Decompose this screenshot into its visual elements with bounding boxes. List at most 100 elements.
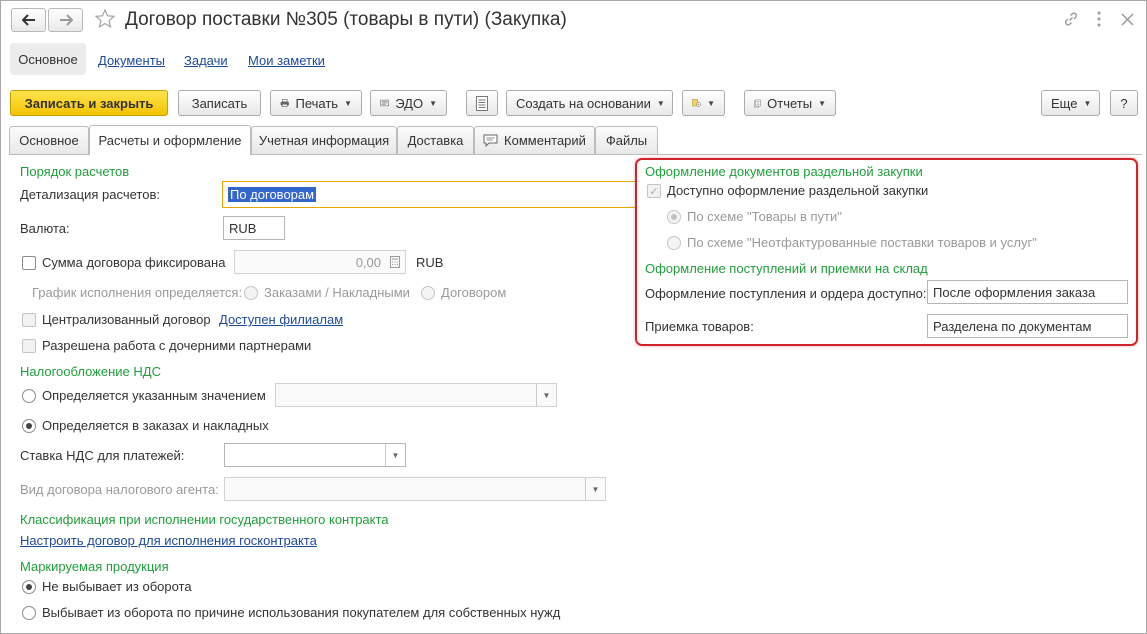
- schedule-contract-radio[interactable]: [421, 286, 435, 300]
- fixed-sum-value: 0,00: [355, 254, 381, 270]
- print-label: Печать: [295, 95, 339, 111]
- arrow-left-icon: [21, 14, 35, 26]
- currency-label: Валюта:: [20, 221, 70, 236]
- chain-link-icon: [1065, 12, 1077, 26]
- schedule-contract-label: Договором: [441, 285, 507, 300]
- chevron-down-icon: ▼: [818, 98, 826, 108]
- scheme-goods-transit-radio[interactable]: [667, 210, 681, 224]
- more-label: Еще: [1051, 95, 1078, 111]
- forward-button[interactable]: [48, 8, 83, 32]
- list-icon: [476, 95, 488, 111]
- form-window: Договор поставки №305 (товары в пути) (З…: [0, 0, 1147, 634]
- attach-button[interactable]: ▼: [682, 90, 725, 116]
- detail-label: Детализация расчетов:: [20, 187, 160, 202]
- chevron-down-icon[interactable]: ▼: [385, 444, 405, 466]
- section-receipt-title: Оформление поступлений и приемки на скла…: [645, 261, 928, 276]
- receipt-field[interactable]: После оформления заказа: [927, 280, 1128, 304]
- tab-accounting[interactable]: Учетная информация: [251, 126, 397, 154]
- fixed-sum-field[interactable]: 0,00: [234, 250, 406, 274]
- chevron-down-icon[interactable]: ▼: [585, 478, 605, 500]
- subsidiaries-checkbox[interactable]: [22, 339, 36, 353]
- print-button[interactable]: Печать ▼: [270, 90, 362, 116]
- vat-specified-radio[interactable]: [22, 389, 36, 403]
- edo-icon: [380, 99, 389, 107]
- save-close-label: Записать и закрыть: [24, 95, 154, 111]
- marked-not-retired-radio[interactable]: [22, 580, 36, 594]
- star-icon: [94, 8, 116, 29]
- marked-not-retired-label: Не выбывает из оборота: [42, 579, 192, 594]
- nav-tasks-link[interactable]: Задачи: [184, 53, 228, 68]
- tab-comment[interactable]: Комментарий: [474, 126, 595, 154]
- nav-documents-link[interactable]: Документы: [98, 53, 165, 68]
- vat-specified-label: Определяется указанным значением: [42, 388, 266, 403]
- chevron-down-icon: ▼: [429, 98, 437, 108]
- receipt-label: Оформление поступления и ордера доступно…: [645, 286, 927, 301]
- vat-rate-field[interactable]: ▼: [224, 443, 406, 467]
- fixed-sum-checkbox[interactable]: [22, 256, 36, 270]
- chevron-down-icon: ▼: [344, 98, 352, 108]
- vat-orders-radio[interactable]: [22, 419, 36, 433]
- tab-label: Файлы: [605, 133, 648, 148]
- tab-label: Учетная информация: [258, 133, 390, 148]
- more-button[interactable]: Еще ▼: [1041, 90, 1100, 116]
- scheme-goods-transit-label: По схеме "Товары в пути": [687, 209, 842, 224]
- agent-label: Вид договора налогового агента:: [20, 482, 219, 497]
- arrow-right-icon: [59, 14, 73, 26]
- agent-field[interactable]: ▼: [224, 477, 606, 501]
- tab-payments[interactable]: Расчеты и оформление: [89, 125, 251, 155]
- calculator-icon[interactable]: [385, 251, 405, 273]
- nav-main[interactable]: Основное: [10, 43, 86, 75]
- marked-retired-radio[interactable]: [22, 606, 36, 620]
- chevron-down-icon[interactable]: ▼: [536, 384, 556, 406]
- printer-icon: [280, 99, 289, 107]
- fixed-sum-currency: RUB: [416, 255, 444, 270]
- link-button[interactable]: [1061, 9, 1081, 29]
- vertical-dots-icon: [1097, 11, 1101, 27]
- subsidiaries-label: Разрешена работа с дочерними партнерами: [42, 338, 312, 353]
- detail-field[interactable]: По договорам: [222, 181, 637, 208]
- tab-main[interactable]: Основное: [9, 126, 89, 154]
- reports-label: Отчеты: [767, 95, 813, 111]
- tab-label: Доставка: [407, 133, 464, 148]
- vat-rate-label: Ставка НДС для платежей:: [20, 448, 185, 463]
- favorite-button[interactable]: [94, 8, 116, 30]
- more-actions-button[interactable]: [1091, 9, 1107, 29]
- close-button[interactable]: [1117, 9, 1137, 29]
- list-button[interactable]: [466, 90, 498, 116]
- reports-button[interactable]: Отчеты ▼: [744, 90, 836, 116]
- schedule-orders-radio[interactable]: [244, 286, 258, 300]
- speech-bubble-icon: [483, 134, 498, 147]
- section-marked-title: Маркируемая продукция: [20, 559, 169, 574]
- vat-specified-field[interactable]: ▼: [275, 383, 557, 407]
- currency-field[interactable]: RUB: [223, 216, 285, 240]
- save-close-button[interactable]: Записать и закрыть: [10, 90, 168, 116]
- acceptance-field[interactable]: Разделена по документам: [927, 314, 1128, 338]
- nav-main-label: Основное: [18, 51, 78, 67]
- tab-delivery[interactable]: Доставка: [397, 126, 474, 154]
- separate-available-checkbox[interactable]: ✓: [647, 184, 661, 198]
- receipt-value: После оформления заказа: [933, 284, 1096, 300]
- tab-label: Комментарий: [504, 133, 586, 148]
- schedule-orders-label: Заказами / Накладными: [264, 285, 410, 300]
- tab-files[interactable]: Файлы: [595, 126, 658, 154]
- gov-setup-link[interactable]: Настроить договор для исполнения госконт…: [20, 533, 317, 548]
- acceptance-value: Разделена по документам: [933, 318, 1092, 334]
- save-button[interactable]: Записать: [178, 90, 261, 116]
- vat-orders-label: Определяется в заказах и накладных: [42, 418, 269, 433]
- help-button[interactable]: ?: [1110, 90, 1138, 116]
- scheme-uninvoiced-radio[interactable]: [667, 236, 681, 250]
- help-label: ?: [1120, 95, 1128, 111]
- edo-button[interactable]: ЭДО ▼: [370, 90, 447, 116]
- fixed-sum-label: Сумма договора фиксирована: [42, 255, 226, 270]
- nav-notes-link[interactable]: Мои заметки: [248, 53, 325, 68]
- chevron-down-icon: ▼: [1083, 98, 1092, 108]
- detail-value: По договорам: [228, 187, 317, 202]
- centralized-checkbox[interactable]: [22, 313, 36, 327]
- scheme-uninvoiced-label: По схеме "Неотфактурованные поставки тов…: [687, 235, 1037, 250]
- back-button[interactable]: [11, 8, 46, 32]
- document-attach-icon: [692, 99, 701, 107]
- section-vat-title: Налогообложение НДС: [20, 364, 161, 379]
- branches-link[interactable]: Доступен филиалам: [219, 312, 343, 327]
- create-based-button[interactable]: Создать на основании ▼: [506, 90, 673, 116]
- centralized-label: Централизованный договор: [42, 312, 211, 327]
